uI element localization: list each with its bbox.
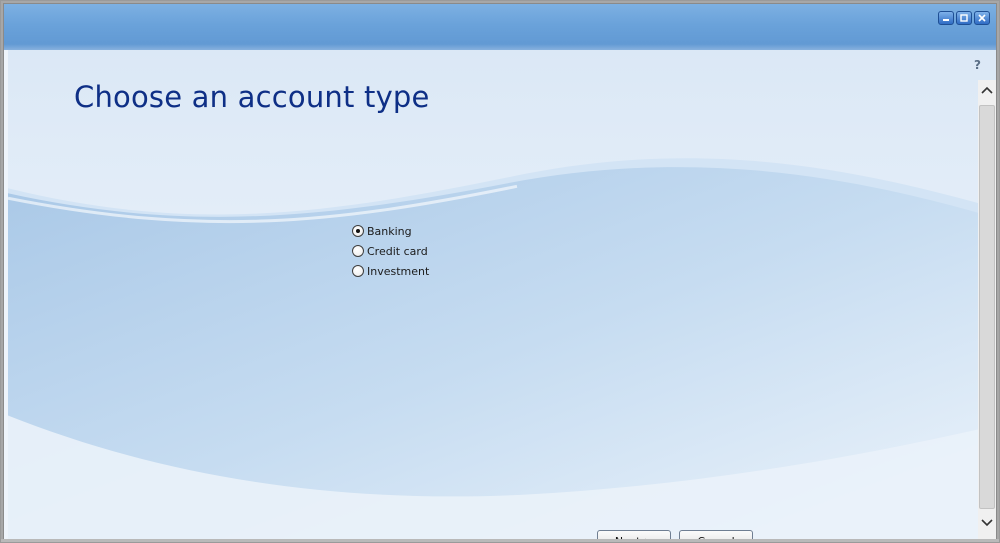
- window-frame: ? Choose an account type Banking Credit …: [3, 3, 997, 540]
- radio-button[interactable]: [352, 225, 364, 237]
- scroll-up-icon[interactable]: [978, 80, 996, 100]
- cancel-button[interactable]: Cancel: [679, 530, 753, 539]
- radio-button[interactable]: [352, 265, 364, 277]
- next-button[interactable]: Next >: [597, 530, 671, 539]
- account-type-radio-group: Banking Credit card Investment: [352, 221, 429, 281]
- radio-option-credit-card[interactable]: Credit card: [352, 241, 429, 261]
- radio-option-banking[interactable]: Banking: [352, 221, 429, 241]
- app-window: ? Choose an account type Banking Credit …: [0, 0, 1000, 543]
- scroll-down-icon[interactable]: [978, 513, 996, 533]
- wizard-content: ? Choose an account type Banking Credit …: [8, 50, 996, 539]
- background-wave: [8, 50, 996, 539]
- maximize-icon[interactable]: [956, 11, 972, 25]
- scrollbar-thumb[interactable]: [979, 105, 995, 509]
- bottom-border: [1, 539, 999, 542]
- title-bar[interactable]: [4, 4, 996, 50]
- window-controls: [938, 11, 990, 25]
- vertical-scrollbar[interactable]: [978, 80, 996, 539]
- close-icon[interactable]: [974, 11, 990, 25]
- help-icon[interactable]: ?: [974, 58, 981, 72]
- radio-option-investment[interactable]: Investment: [352, 261, 429, 281]
- page-title: Choose an account type: [74, 80, 430, 114]
- radio-label[interactable]: Investment: [367, 265, 429, 278]
- radio-button[interactable]: [352, 245, 364, 257]
- radio-label[interactable]: Banking: [367, 225, 412, 238]
- radio-label[interactable]: Credit card: [367, 245, 428, 258]
- minimize-icon[interactable]: [938, 11, 954, 25]
